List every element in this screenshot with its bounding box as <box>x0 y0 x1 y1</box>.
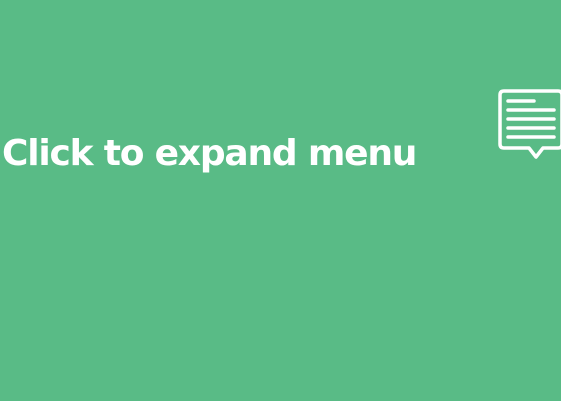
expand-menu-label: Click to expand menu <box>2 133 417 174</box>
expand-menu-toggle[interactable]: Click to expand menu <box>0 132 470 180</box>
menu-panel: Click to expand menu <box>0 0 561 401</box>
chat-message-icon[interactable] <box>496 88 561 164</box>
